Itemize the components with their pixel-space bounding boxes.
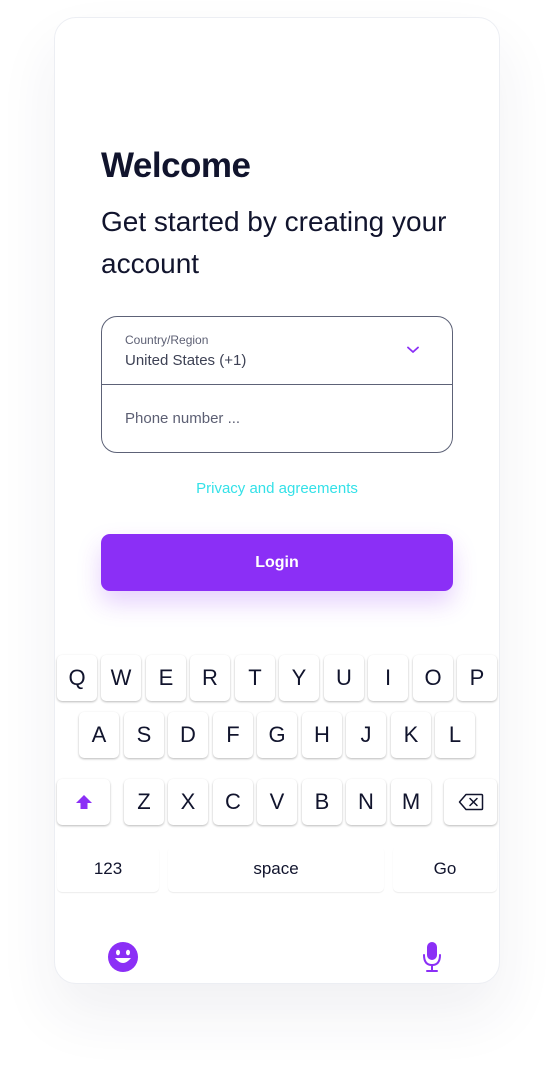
page-title: Welcome <box>101 146 251 185</box>
key-h[interactable]: H <box>302 712 342 758</box>
space-key[interactable]: space <box>168 846 384 892</box>
country-region-select[interactable]: Country/Region United States (+1) <box>102 317 452 385</box>
key-t[interactable]: T <box>235 655 275 701</box>
key-q[interactable]: Q <box>57 655 97 701</box>
key-o[interactable]: O <box>413 655 453 701</box>
key-m[interactable]: M <box>391 779 431 825</box>
key-l[interactable]: L <box>435 712 475 758</box>
phone-number-input[interactable] <box>125 398 425 438</box>
backspace-key[interactable] <box>444 779 497 825</box>
key-n[interactable]: N <box>346 779 386 825</box>
chevron-down-icon[interactable] <box>407 346 419 354</box>
numbers-key[interactable]: 123 <box>57 846 159 892</box>
key-e[interactable]: E <box>146 655 186 701</box>
login-button[interactable]: Login <box>101 534 453 591</box>
login-form: Country/Region United States (+1) <box>101 316 453 453</box>
shift-icon <box>75 795 92 809</box>
key-s[interactable]: S <box>124 712 164 758</box>
backspace-icon <box>458 793 483 811</box>
key-k[interactable]: K <box>391 712 431 758</box>
key-j[interactable]: J <box>346 712 386 758</box>
key-f[interactable]: F <box>213 712 253 758</box>
country-region-value: United States (+1) <box>125 352 247 369</box>
emoji-icon[interactable] <box>107 941 139 973</box>
key-i[interactable]: I <box>368 655 408 701</box>
key-v[interactable]: V <box>257 779 297 825</box>
page: Welcome Get started by creating your acc… <box>0 0 551 1072</box>
key-a[interactable]: A <box>79 712 119 758</box>
key-p[interactable]: P <box>457 655 497 701</box>
key-y[interactable]: Y <box>279 655 319 701</box>
on-screen-keyboard: Q W E R T Y U I O P A S D F G H J K L Z … <box>55 643 499 983</box>
key-c[interactable]: C <box>213 779 253 825</box>
privacy-agreements-link[interactable]: Privacy and agreements <box>55 480 499 497</box>
phone-frame: Welcome Get started by creating your acc… <box>54 17 500 984</box>
page-subtitle: Get started by creating your account <box>101 206 447 279</box>
microphone-icon[interactable] <box>422 940 442 974</box>
key-z[interactable]: Z <box>124 779 164 825</box>
key-d[interactable]: D <box>168 712 208 758</box>
key-u[interactable]: U <box>324 655 364 701</box>
go-key[interactable]: Go <box>393 846 497 892</box>
shift-key[interactable] <box>57 779 110 825</box>
key-w[interactable]: W <box>101 655 141 701</box>
key-x[interactable]: X <box>168 779 208 825</box>
country-region-label: Country/Region <box>125 333 209 347</box>
key-b[interactable]: B <box>302 779 342 825</box>
key-g[interactable]: G <box>257 712 297 758</box>
key-r[interactable]: R <box>190 655 230 701</box>
